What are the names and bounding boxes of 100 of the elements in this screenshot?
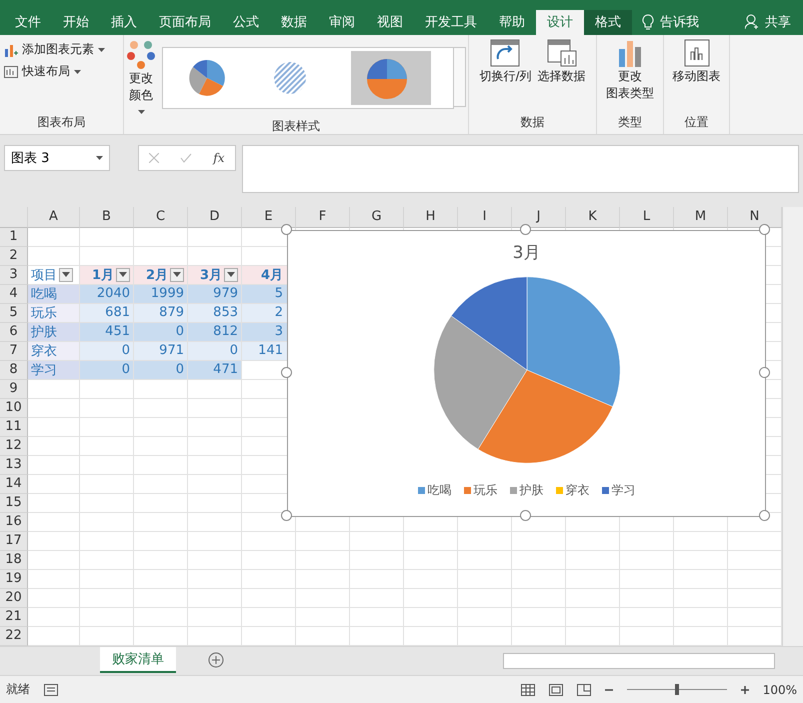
filter-dropdown-icon[interactable] — [224, 268, 238, 282]
person-icon — [745, 14, 759, 30]
table-cell: 0 — [134, 322, 188, 342]
chart-style-gallery[interactable] — [162, 47, 454, 110]
column-header[interactable]: J — [512, 206, 566, 228]
chart-area[interactable]: 3月 吃喝 玩乐 护肤 穿衣 学习 — [287, 230, 766, 517]
column-header[interactable]: I — [458, 206, 512, 228]
ribbon-tab[interactable]: 插入 — [100, 10, 148, 35]
formula-input[interactable] — [242, 144, 799, 193]
group-label: 位置 — [684, 114, 710, 131]
ribbon-tab[interactable]: 帮助 — [488, 10, 536, 35]
row-header[interactable]: 22 — [0, 626, 28, 646]
row-header[interactable]: 11 — [0, 418, 28, 437]
row-header[interactable]: 17 — [0, 532, 28, 551]
add-chart-element-button[interactable]: 添加图表元素 — [4, 38, 119, 61]
row-header[interactable]: 6 — [0, 322, 28, 342]
table-header-cell: 1月 — [80, 266, 134, 285]
row-header[interactable]: 7 — [0, 342, 28, 361]
filter-dropdown-icon[interactable] — [116, 268, 130, 282]
column-header[interactable]: B — [80, 206, 134, 228]
move-chart-button[interactable]: 移动图表 — [672, 38, 720, 84]
table-cell: 681 — [80, 304, 134, 323]
select-data-button[interactable]: 选择数据 — [538, 38, 586, 84]
table-cell: 971 — [134, 342, 188, 361]
row-header[interactable]: 21 — [0, 608, 28, 627]
column-header[interactable]: F — [296, 206, 350, 228]
gallery-scrollbar[interactable] — [454, 47, 466, 108]
column-header[interactable]: L — [620, 206, 674, 228]
row-header[interactable]: 8 — [0, 360, 28, 380]
table-cell: 853 — [188, 304, 242, 323]
row-header[interactable]: 5 — [0, 304, 28, 323]
insert-function-button[interactable]: fx — [213, 150, 225, 165]
switch-row-column-button[interactable]: 切换行/列 — [479, 38, 532, 84]
zoom-in-icon[interactable] — [740, 686, 749, 694]
zoom-thumb[interactable] — [674, 684, 679, 696]
change-chart-type-button[interactable]: 更改 图表类型 — [606, 38, 654, 101]
ribbon-tab[interactable]: 文件 — [4, 10, 52, 35]
share-button[interactable]: 共享 — [765, 13, 791, 32]
table-cell: 穿衣 — [28, 342, 80, 361]
column-header[interactable]: N — [728, 206, 782, 228]
macro-record-icon[interactable] — [44, 684, 58, 696]
filter-dropdown-icon[interactable] — [59, 268, 73, 282]
normal-view-icon[interactable] — [520, 684, 535, 696]
vertical-scrollbar[interactable] — [782, 206, 803, 646]
cancel-icon[interactable] — [149, 152, 160, 163]
row-header[interactable]: 18 — [0, 550, 28, 570]
add-sheet-icon[interactable] — [208, 652, 224, 668]
row-header[interactable]: 16 — [0, 512, 28, 532]
row-header[interactable]: 9 — [0, 380, 28, 399]
row-header[interactable]: 15 — [0, 494, 28, 513]
zoom-level[interactable]: 100% — [762, 682, 797, 697]
row-header[interactable]: 13 — [0, 456, 28, 475]
row-header[interactable]: 20 — [0, 588, 28, 608]
page-layout-icon[interactable] — [548, 684, 563, 696]
lightbulb-icon — [642, 14, 654, 30]
column-header[interactable]: G — [350, 206, 404, 228]
chart-page-icon — [684, 38, 710, 67]
row-header[interactable]: 12 — [0, 436, 28, 456]
table-cell: 0 — [80, 342, 134, 361]
ribbon-tab[interactable]: 格式 — [584, 10, 632, 35]
bar-plus-icon — [4, 42, 18, 57]
row-header[interactable]: 10 — [0, 398, 28, 418]
column-header[interactable]: C — [134, 206, 188, 228]
table-cell: 护肤 — [28, 322, 80, 342]
quick-layout-button[interactable]: 快速布局 — [4, 60, 119, 83]
row-header[interactable]: 3 — [0, 266, 28, 285]
table-cell: 0 — [134, 360, 188, 380]
legend-entry: 护肤 — [510, 482, 544, 499]
row-header[interactable]: 14 — [0, 474, 28, 494]
check-icon[interactable] — [180, 152, 192, 163]
status-text: 就绪 — [6, 681, 30, 698]
legend-entry: 穿衣 — [556, 482, 590, 499]
ribbon-tab[interactable]: 开发工具 — [414, 10, 488, 35]
column-header[interactable]: D — [188, 206, 242, 228]
sheet-tab[interactable]: 败家清单 — [100, 647, 176, 674]
column-header[interactable]: A — [28, 206, 80, 228]
column-header[interactable]: M — [674, 206, 728, 228]
ribbon-tab[interactable]: 开始 — [52, 10, 100, 35]
ribbon-tab[interactable]: 公式 — [222, 10, 270, 35]
tell-me-search[interactable]: 告诉我 — [660, 13, 699, 32]
row-header[interactable]: 2 — [0, 246, 28, 266]
row-header[interactable]: 19 — [0, 570, 28, 589]
name-box[interactable]: 图表 3 — [4, 144, 110, 171]
ribbon-tab[interactable]: 视图 — [366, 10, 414, 35]
table-cell: 2040 — [80, 284, 134, 304]
change-colors-button[interactable]: 更改 颜色 — [126, 38, 156, 118]
page-break-icon[interactable] — [576, 684, 591, 696]
ribbon-tab[interactable]: 设计 — [536, 10, 584, 35]
filter-dropdown-icon[interactable] — [170, 268, 184, 282]
table-cell: 451 — [80, 322, 134, 342]
table-cell: 吃喝 — [28, 284, 80, 304]
ribbon-tab[interactable]: 页面布局 — [148, 10, 222, 35]
column-header[interactable]: K — [566, 206, 620, 228]
ribbon-tab[interactable]: 审阅 — [318, 10, 366, 35]
horizontal-scrollbar[interactable] — [503, 653, 775, 670]
column-header[interactable]: E — [242, 206, 296, 228]
column-header[interactable]: H — [404, 206, 458, 228]
row-header[interactable]: 1 — [0, 228, 28, 247]
row-header[interactable]: 4 — [0, 284, 28, 304]
ribbon-tab[interactable]: 数据 — [270, 10, 318, 35]
